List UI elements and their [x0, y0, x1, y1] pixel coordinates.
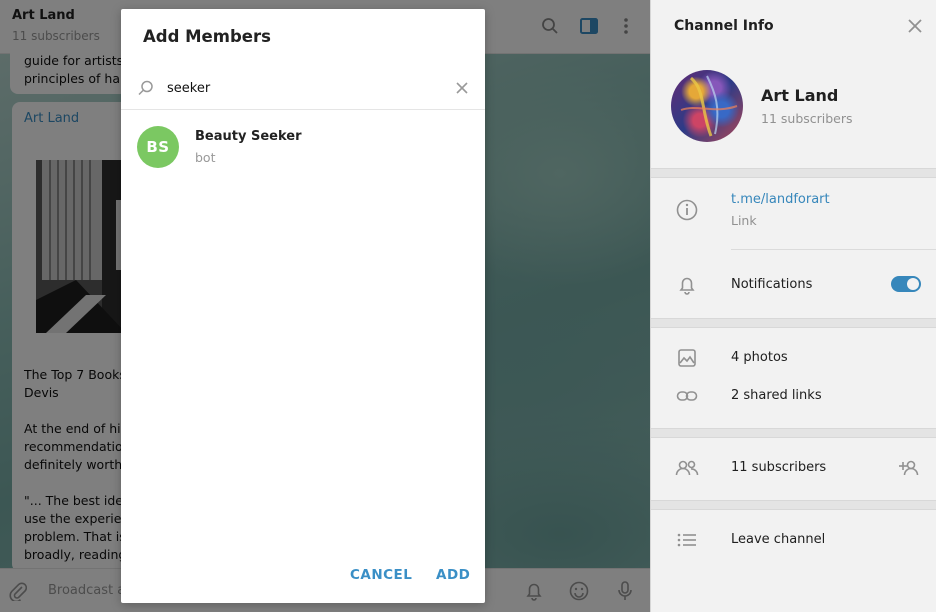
toggle-knob: [907, 278, 919, 290]
channel-link-label: Link: [731, 213, 757, 228]
channel-avatar[interactable]: [671, 70, 743, 142]
subscribers-row[interactable]: 11 subscribers: [731, 460, 826, 475]
result-name: Beauty Seeker: [195, 129, 302, 144]
members-icon: [675, 456, 699, 480]
divider: [651, 168, 936, 178]
divider: [651, 318, 936, 328]
shared-links-row[interactable]: 2 shared links: [731, 388, 822, 403]
search-result-item[interactable]: BS Beauty Seeker bot: [121, 117, 485, 177]
search-input[interactable]: [167, 75, 447, 101]
search-bar: [121, 73, 485, 110]
link-icon: [675, 384, 699, 408]
notifications-label: Notifications: [731, 277, 813, 292]
clear-search-icon[interactable]: [453, 79, 473, 99]
divider: [651, 500, 936, 510]
avatar: BS: [137, 126, 179, 168]
close-icon[interactable]: [905, 16, 925, 36]
divider: [731, 249, 936, 250]
list-icon: [675, 528, 699, 552]
notifications-toggle[interactable]: [891, 276, 921, 292]
add-user-icon[interactable]: [899, 456, 923, 480]
photos-row[interactable]: 4 photos: [731, 350, 788, 365]
bell-icon: [675, 273, 699, 297]
channel-info-panel: Channel Info Art Land 11 subscribers t.m…: [650, 0, 936, 612]
cancel-button[interactable]: CANCEL: [350, 567, 412, 583]
divider: [651, 428, 936, 438]
photo-icon: [675, 346, 699, 370]
add-members-dialog: Add Members BS Beauty Seeker bot CANCEL …: [121, 9, 485, 603]
channel-subscribers: 11 subscribers: [761, 111, 853, 126]
channel-link[interactable]: t.me/landforart: [731, 192, 830, 207]
result-type: bot: [195, 150, 216, 165]
add-button[interactable]: ADD: [436, 567, 470, 583]
info-icon: [675, 198, 699, 222]
channel-name: Art Land: [761, 86, 839, 105]
panel-title: Channel Info: [674, 18, 774, 34]
leave-channel-button[interactable]: Leave channel: [731, 532, 825, 547]
dialog-title: Add Members: [143, 27, 271, 46]
search-icon: [137, 79, 157, 99]
